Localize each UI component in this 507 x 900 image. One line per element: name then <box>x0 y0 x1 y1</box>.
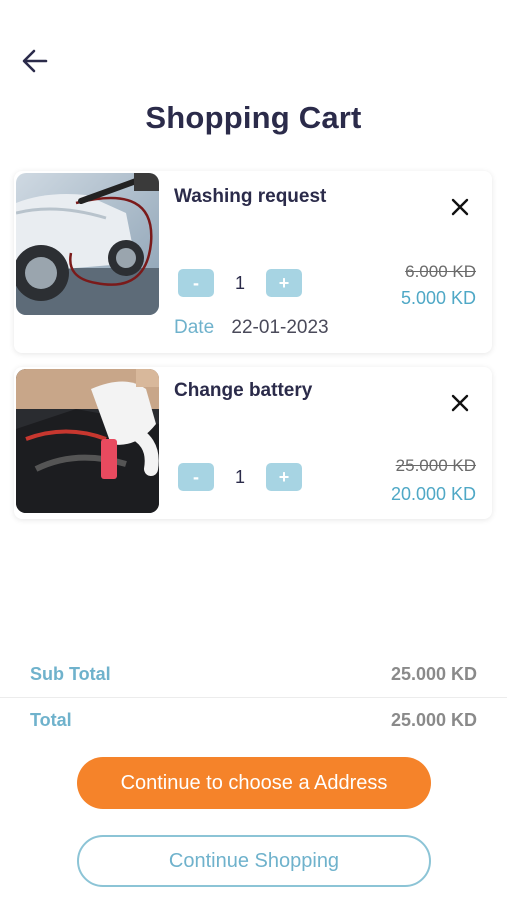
original-price: 6.000 KD <box>405 262 476 281</box>
increase-quantity-button[interactable]: + <box>266 463 302 491</box>
battery-image <box>16 369 159 513</box>
original-price: 25.000 KD <box>395 456 476 475</box>
discounted-price: 5.000 KD <box>400 288 476 308</box>
subtotal-label: Sub Total <box>30 664 111 684</box>
page-title: Shopping Cart <box>145 100 362 135</box>
continue-shopping-button[interactable]: Continue Shopping <box>77 835 431 887</box>
total-row: Total 25.000 KD <box>0 698 507 742</box>
date-value: 22-01-2023 <box>231 317 329 338</box>
quantity-value: 1 <box>234 466 245 487</box>
decrease-quantity-button[interactable]: - <box>178 463 214 491</box>
arrow-left-icon <box>22 49 48 73</box>
date-label: Date <box>174 317 215 338</box>
discounted-price: 20.000 KD <box>390 484 476 504</box>
subtotal-value: 25.000 KD <box>390 664 477 684</box>
total-label: Total <box>30 709 72 730</box>
quantity-value: 1 <box>234 272 245 293</box>
subtotal-row: Sub Total 25.000 KD <box>0 664 507 698</box>
increase-quantity-button[interactable]: + <box>266 269 302 297</box>
date-row: Date 22-01-2023 <box>174 317 329 339</box>
order-totals: Sub Total 25.000 KD Total 25.000 KD <box>0 664 507 742</box>
continue-to-address-button[interactable]: Continue to choose a Address <box>77 757 431 809</box>
quantity-stepper: - 1 + <box>178 463 302 491</box>
back-button[interactable] <box>18 44 52 78</box>
close-icon <box>451 198 469 216</box>
decrease-quantity-button[interactable]: - <box>178 269 214 297</box>
item-name: Washing request <box>174 186 327 207</box>
item-name: Change battery <box>174 380 313 401</box>
remove-item-button[interactable] <box>448 195 472 219</box>
washing-image <box>16 173 159 315</box>
remove-item-button[interactable] <box>448 391 472 415</box>
cart-item: Washing request - 1 + 6.000 KD 5.000 KD … <box>14 171 492 353</box>
quantity-stepper: - 1 + <box>178 269 302 297</box>
close-icon <box>451 394 469 412</box>
cart-item: Change battery - 1 + 25.000 KD 20.000 KD <box>14 367 492 519</box>
total-value: 25.000 KD <box>390 709 477 730</box>
